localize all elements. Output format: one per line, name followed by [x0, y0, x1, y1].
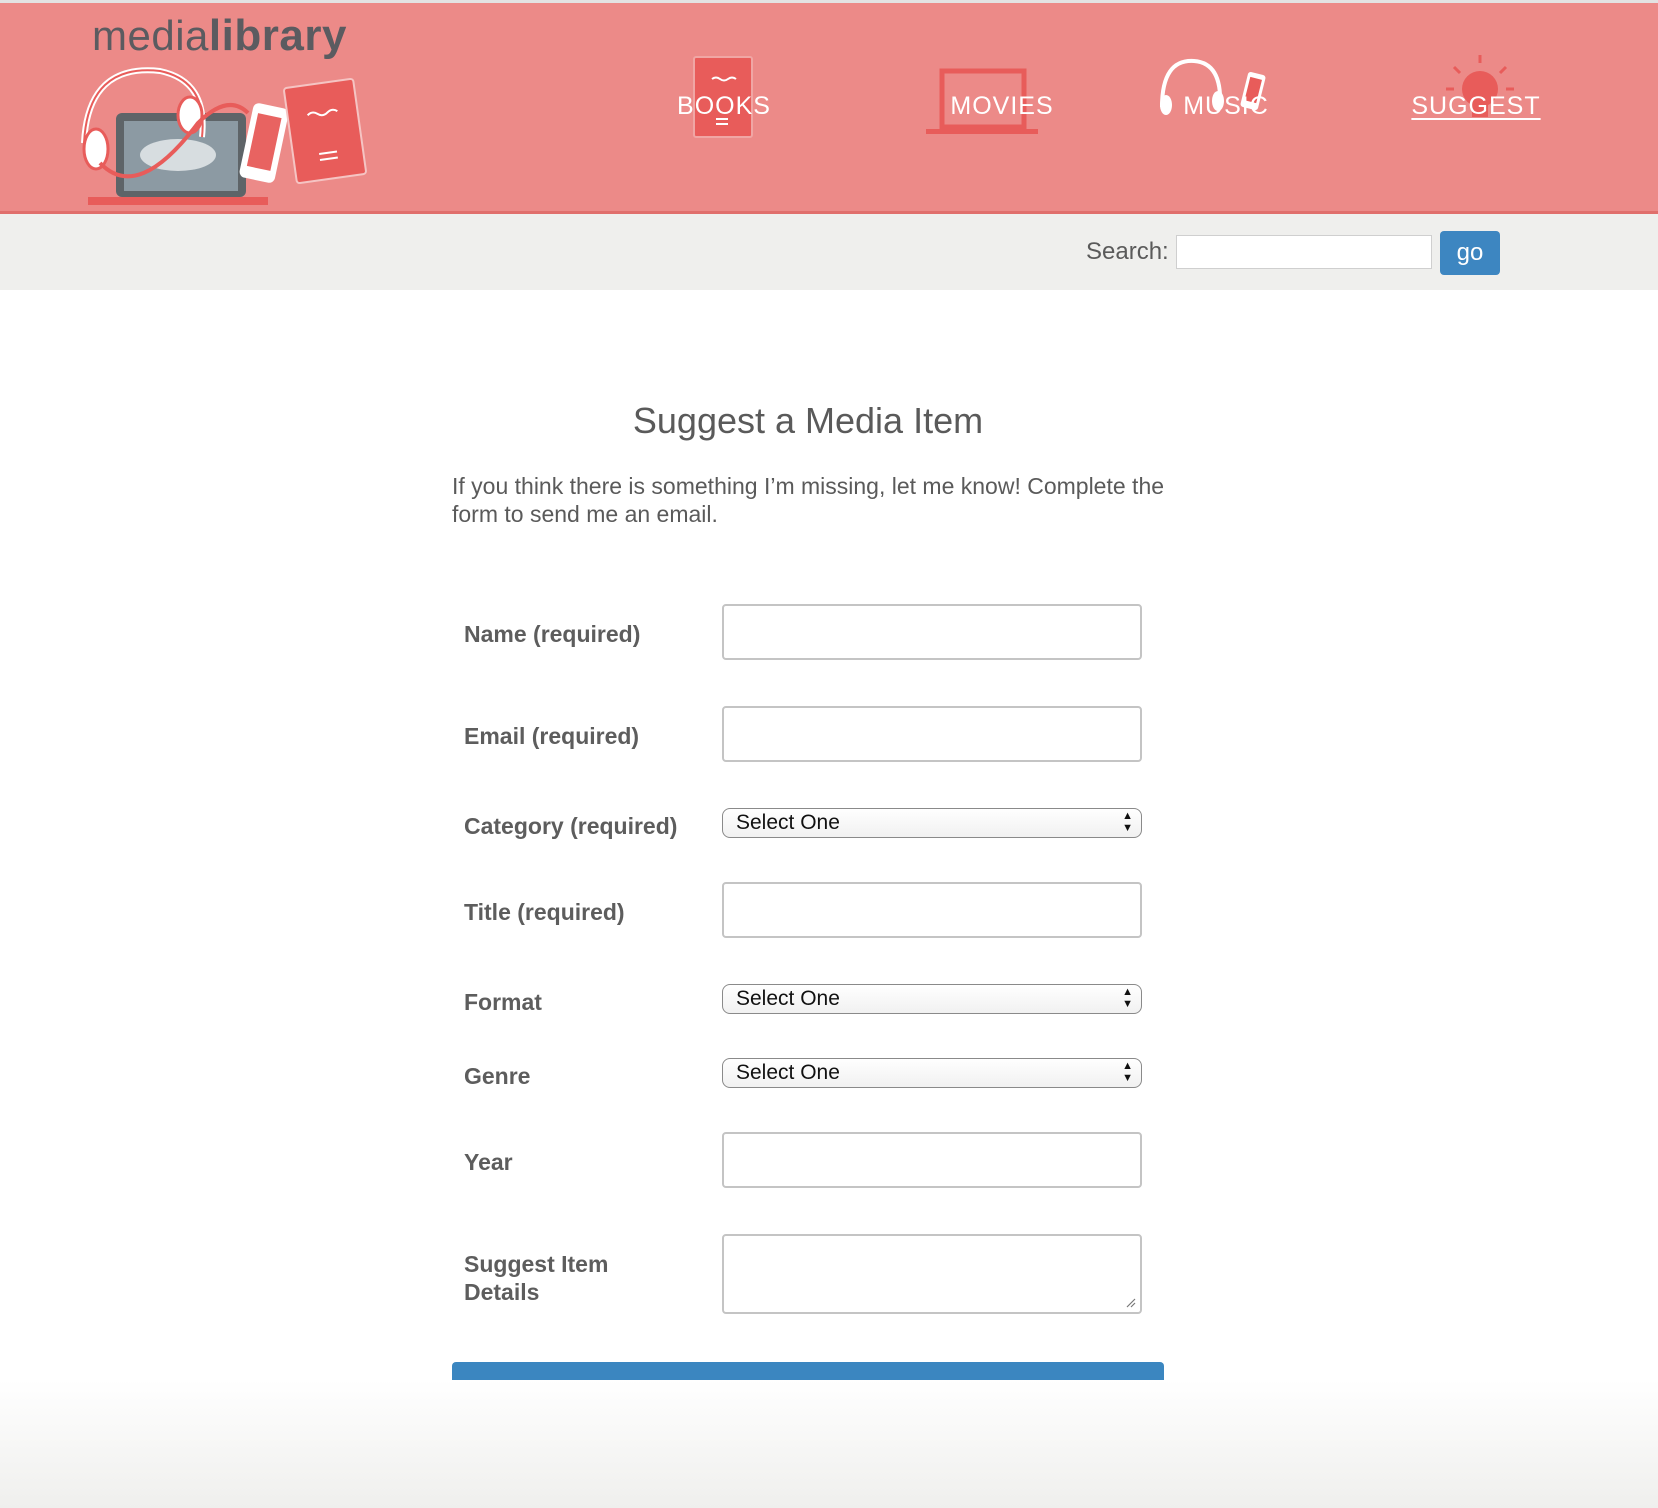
nav-movies-label: MOVIES	[950, 92, 1054, 120]
select-arrows-icon: ▲ ▼	[1122, 986, 1133, 1010]
name-label: Name (required)	[464, 621, 641, 647]
select-arrows-icon: ▲ ▼	[1122, 810, 1133, 834]
nav-movies[interactable]: MOVIES	[902, 68, 1102, 149]
site-header: medialibrary BOOKS MOVIES MUSIC SUGGEST	[0, 0, 1658, 214]
name-field[interactable]	[722, 604, 1142, 660]
category-select-value: Select One	[736, 811, 840, 834]
title-label: Title (required)	[464, 899, 625, 925]
search-label: Search:	[1086, 238, 1169, 265]
details-textarea[interactable]	[722, 1234, 1142, 1314]
category-label: Category (required)	[464, 813, 678, 839]
email-field[interactable]	[722, 706, 1142, 762]
search-bar: Search: go	[0, 214, 1658, 290]
nav-music-label: MUSIC	[1183, 92, 1269, 120]
email-label: Email (required)	[464, 723, 640, 749]
format-select-value: Select One	[736, 987, 840, 1010]
search-input[interactable]	[1176, 235, 1432, 269]
genre-select[interactable]: Select One ▲ ▼	[722, 1058, 1142, 1088]
year-label: Year	[464, 1149, 513, 1175]
nav-suggest[interactable]: SUGGEST	[1376, 55, 1576, 149]
media-illustration-icon	[81, 67, 367, 205]
intro-text: If you think there is something I’m miss…	[452, 473, 1165, 527]
format-label: Format	[464, 989, 542, 1015]
site-logo[interactable]: medialibrary	[78, 9, 388, 209]
search-go-button[interactable]: go	[1440, 231, 1500, 275]
genre-select-value: Select One	[736, 1061, 840, 1084]
genre-label: Genre	[464, 1063, 531, 1089]
nav-books-label: BOOKS	[677, 92, 771, 120]
nav-music[interactable]: MUSIC	[1126, 58, 1326, 149]
details-label: Suggest Item Details	[464, 1251, 609, 1305]
nav-books[interactable]: BOOKS	[624, 56, 824, 149]
logo-word-media: media	[92, 12, 209, 59]
page-footer	[0, 1380, 1658, 1508]
year-field[interactable]	[722, 1132, 1142, 1188]
nav-suggest-label: SUGGEST	[1411, 92, 1541, 120]
format-select[interactable]: Select One ▲ ▼	[722, 984, 1142, 1014]
page-title: Suggest a Media Item	[632, 400, 984, 441]
select-arrows-icon: ▲ ▼	[1122, 1060, 1133, 1084]
title-field[interactable]	[722, 882, 1142, 938]
resize-grip-icon[interactable]	[1124, 1296, 1136, 1308]
category-select[interactable]: Select One ▲ ▼	[722, 808, 1142, 838]
